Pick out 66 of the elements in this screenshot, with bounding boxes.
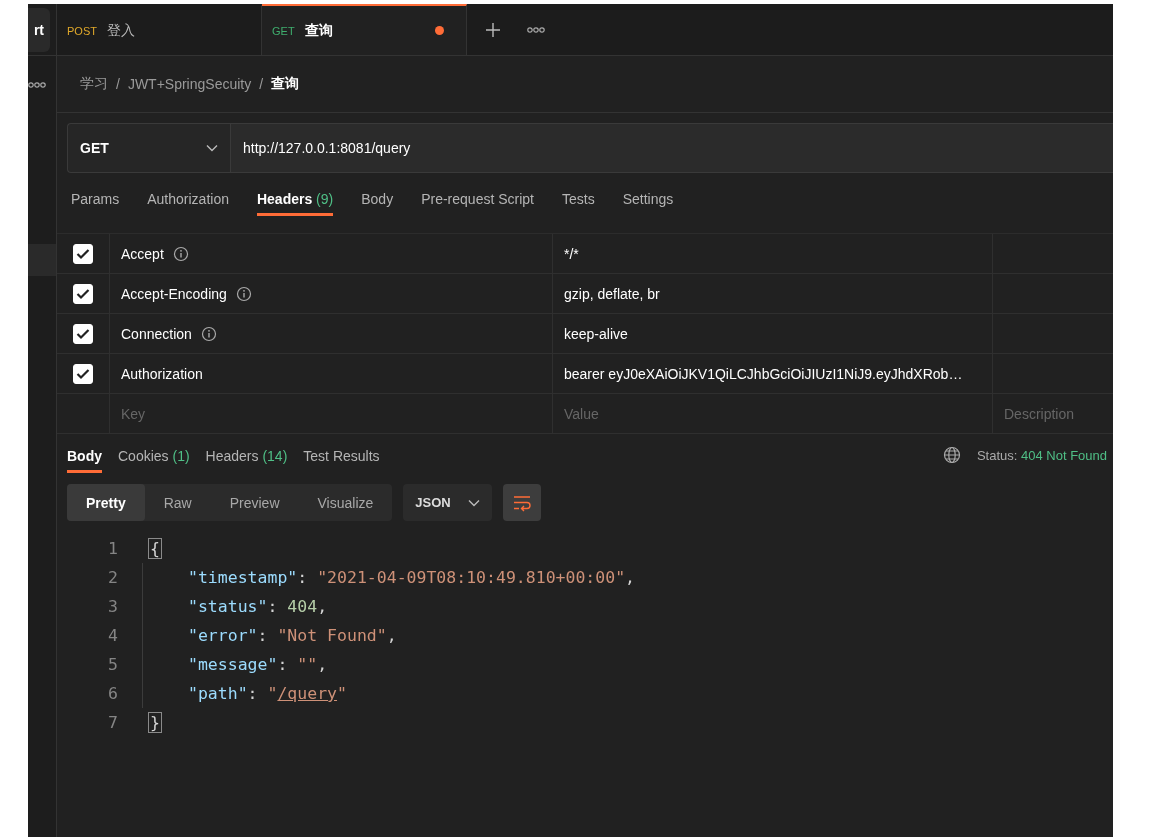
chevron-down-icon[interactable] [468,498,481,507]
checkmark-icon [76,287,90,300]
code-line: "status": 404, [188,597,328,616]
header-value: gzip, deflate, br [563,285,660,302]
view-mode-tab[interactable]: Pretty [67,484,145,521]
line-number: 5 [107,655,118,674]
request-section-tab[interactable]: Pre-request Script [421,185,534,216]
breadcrumb-separator: / [116,76,120,92]
line-number: 4 [107,626,118,645]
add-icon[interactable] [485,21,501,38]
header-key: Authorization [121,365,203,382]
info-icon[interactable] [235,285,252,302]
header-key: Accept [121,245,164,262]
info-icon[interactable] [172,245,189,262]
request-section-tab[interactable]: Authorization [147,185,229,216]
checkmark-icon [76,247,90,260]
checkmark-icon [76,367,90,380]
more-icon[interactable] [28,82,46,88]
unsaved-dot [435,26,444,35]
line-number: 6 [107,684,118,703]
breadcrumb-current: 查询 [271,75,300,93]
wrap-button[interactable] [503,484,542,521]
checkbox[interactable] [73,243,93,264]
request-section-tab[interactable]: Body [361,185,394,216]
format-select[interactable]: JSON [403,484,493,521]
wrap-icon [512,493,533,512]
code-line: "error": "Not Found", [188,626,397,645]
value-input[interactable]: Value [553,394,992,433]
description-input[interactable]: Description [993,394,1113,433]
request-section-tab[interactable]: Settings [622,185,674,216]
response-tab[interactable]: Test Results [303,441,380,473]
response-status: Status: 404 Not Found [976,447,1107,463]
header-value: keep-alive [563,325,628,342]
more-icon[interactable] [527,26,545,33]
line-number: 7 [107,713,118,732]
request-section-tab[interactable]: Tests [562,185,595,216]
line-number: 1 [107,539,118,558]
checkbox[interactable] [73,323,93,344]
request-section-tab[interactable]: Headers (9) [256,185,334,216]
response-tab[interactable]: Cookies (1) [118,441,190,473]
view-mode-tab[interactable]: Raw [144,484,211,521]
view-mode-tab[interactable]: Visualize [298,484,393,521]
request-tab[interactable]: GET 查询 [262,4,467,55]
breadcrumb-separator: / [259,76,264,92]
response-tab[interactable]: Body [67,441,102,473]
breadcrumb-item[interactable]: 学习 [80,75,108,93]
response-tab[interactable]: Headers (14) [205,441,288,473]
header-value: bearer eyJ0eXAiOiJKV1QiLCJhbGciOiJIUzI1NiJ9.eyJhdXRob… [563,365,963,382]
key-input[interactable]: Key [110,394,552,433]
code-line: "path": "/query" [188,684,347,703]
line-number: 2 [107,568,118,587]
line-number: 3 [107,597,118,616]
request-section-tab[interactable]: Params [71,185,120,216]
globe-icon[interactable] [942,446,961,464]
code-line: "message": "", [188,655,328,674]
view-mode-tab[interactable]: Preview [210,484,299,521]
code-line: "timestamp": "2021-04-09T08:10:49.810+00:00", [188,568,636,587]
header-key: Connection [121,325,192,342]
checkbox[interactable] [73,283,93,304]
breadcrumb-item[interactable]: JWT+SpringSecuity [127,76,252,92]
checkbox[interactable] [73,363,93,384]
info-icon[interactable] [200,325,217,342]
header-value: */* [563,245,579,262]
checkmark-icon [76,327,90,340]
header-key: Accept-Encoding [121,285,227,302]
sidebar-button[interactable]: rt [28,8,50,52]
